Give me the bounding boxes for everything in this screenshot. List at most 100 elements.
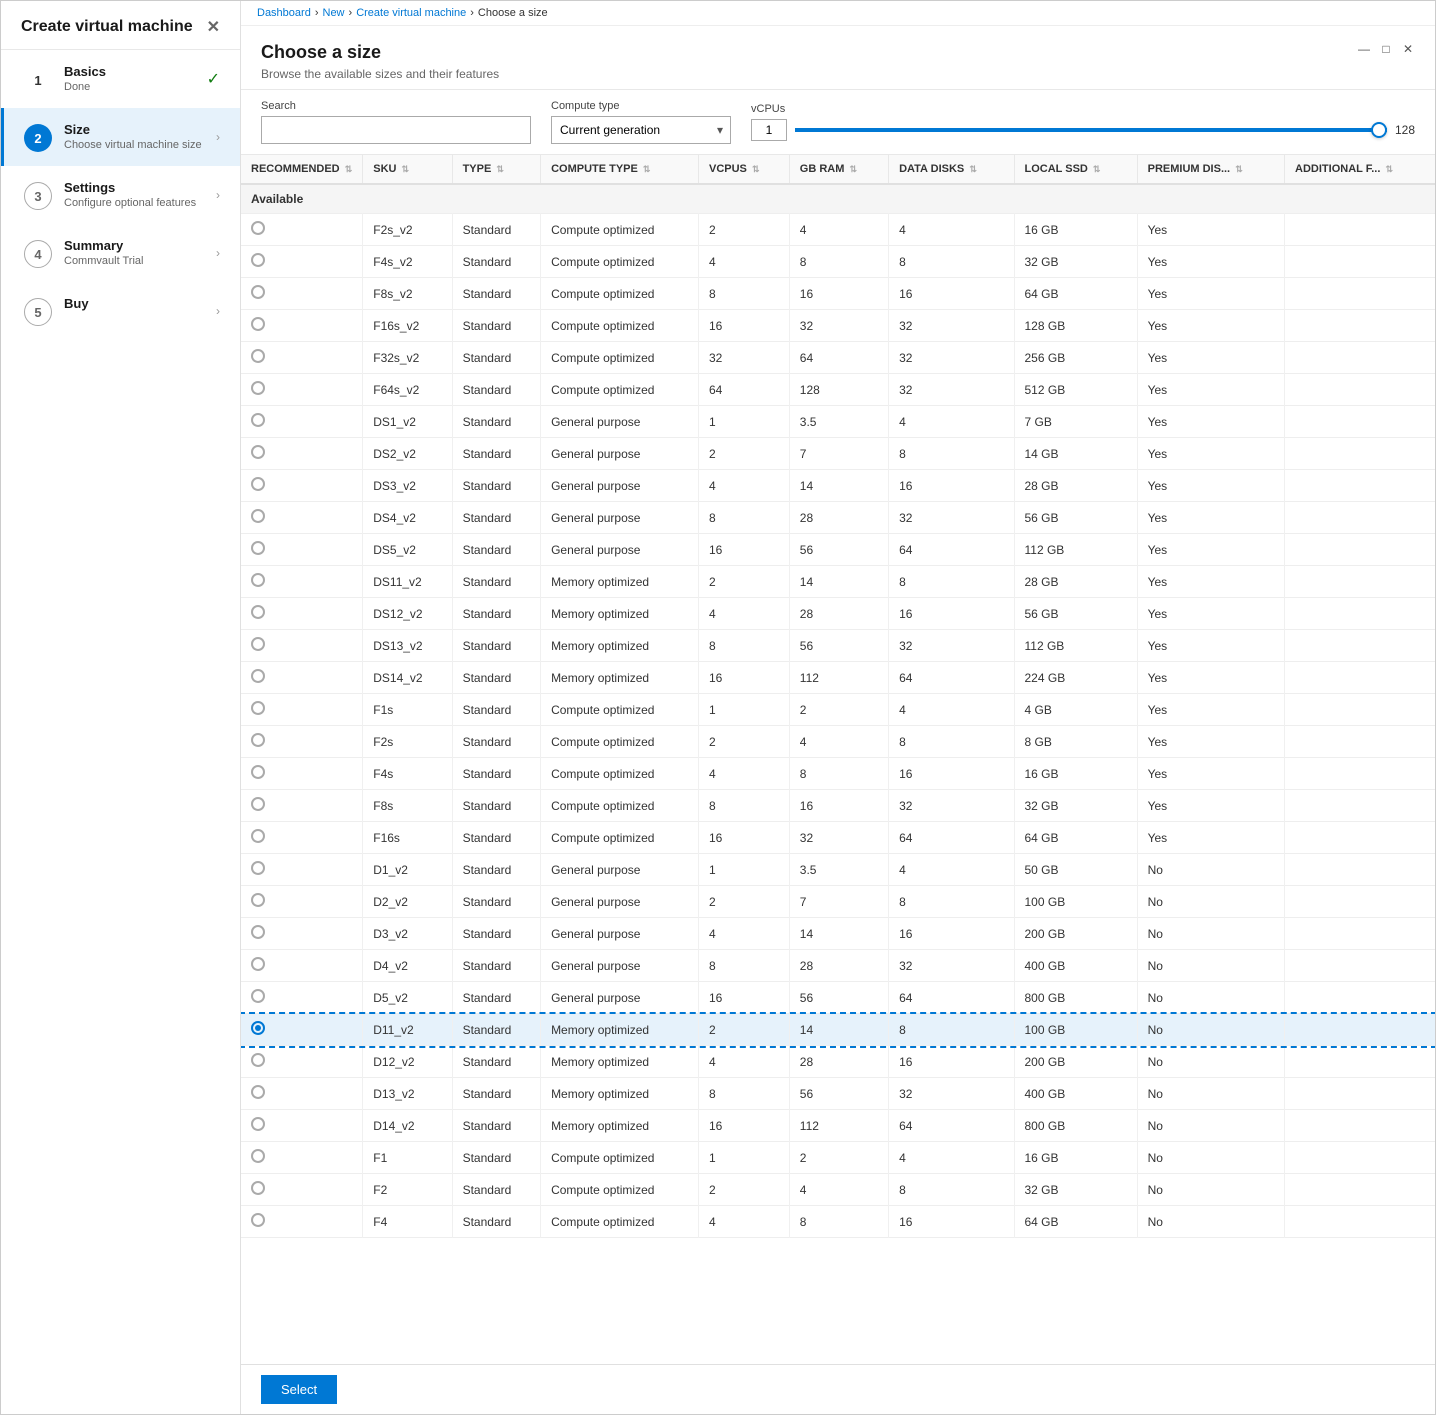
cell-gb_ram: 8 [789, 758, 888, 790]
table-row[interactable]: DS4_v2StandardGeneral purpose8283256 GBY… [241, 502, 1435, 534]
radio-button[interactable] [251, 1021, 265, 1035]
table-row[interactable]: DS11_v2StandardMemory optimized214828 GB… [241, 566, 1435, 598]
breadcrumb-dashboard[interactable]: Dashboard [257, 7, 311, 19]
radio-button[interactable] [251, 317, 265, 331]
table-row[interactable]: F1StandardCompute optimized12416 GBNo [241, 1142, 1435, 1174]
radio-button[interactable] [251, 1213, 265, 1227]
radio-button[interactable] [251, 381, 265, 395]
cell-gb_ram: 8 [789, 246, 888, 278]
radio-button[interactable] [251, 701, 265, 715]
radio-button[interactable] [251, 829, 265, 843]
radio-button[interactable] [251, 349, 265, 363]
radio-button[interactable] [251, 1117, 265, 1131]
table-row[interactable]: F4s_v2StandardCompute optimized48832 GBY… [241, 246, 1435, 278]
table-row[interactable]: D3_v2StandardGeneral purpose41416200 GBN… [241, 918, 1435, 950]
table-row[interactable]: D13_v2StandardMemory optimized85632400 G… [241, 1078, 1435, 1110]
radio-button[interactable] [251, 989, 265, 1003]
vcpu-slider[interactable] [795, 128, 1387, 132]
table-row[interactable]: DS2_v2StandardGeneral purpose27814 GBYes [241, 438, 1435, 470]
sidebar-item-summary[interactable]: 4 Summary Commvault Trial › [1, 224, 240, 282]
table-row[interactable]: DS14_v2StandardMemory optimized161126422… [241, 662, 1435, 694]
search-label: Search [261, 100, 531, 112]
compute-type-select[interactable]: All types Current generation Previous ge… [551, 116, 731, 144]
radio-button[interactable] [251, 925, 265, 939]
radio-button[interactable] [251, 1053, 265, 1067]
table-row[interactable]: D1_v2StandardGeneral purpose13.5450 GBNo [241, 854, 1435, 886]
table-row[interactable]: DS5_v2StandardGeneral purpose165664112 G… [241, 534, 1435, 566]
radio-button[interactable] [251, 573, 265, 587]
radio-button[interactable] [251, 1149, 265, 1163]
sidebar-item-buy[interactable]: 5 Buy › [1, 282, 240, 340]
breadcrumb-new[interactable]: New [323, 7, 345, 19]
table-row[interactable]: D14_v2StandardMemory optimized1611264800… [241, 1110, 1435, 1142]
table-row[interactable]: F64s_v2StandardCompute optimized64128325… [241, 374, 1435, 406]
col-sku[interactable]: SKU ⇅ [363, 155, 452, 184]
window-close-button[interactable]: ✕ [1401, 42, 1415, 56]
radio-button[interactable] [251, 637, 265, 651]
close-icon[interactable]: ✕ [207, 17, 220, 37]
cell-premium_dis: Yes [1137, 438, 1284, 470]
radio-button[interactable] [251, 733, 265, 747]
cell-local_ssd: 16 GB [1014, 1142, 1137, 1174]
table-row[interactable]: F1sStandardCompute optimized1244 GBYes [241, 694, 1435, 726]
minimize-button[interactable]: — [1357, 42, 1371, 56]
table-row[interactable]: D2_v2StandardGeneral purpose278100 GBNo [241, 886, 1435, 918]
table-row[interactable]: D11_v2StandardMemory optimized2148100 GB… [241, 1014, 1435, 1046]
breadcrumb-create-vm[interactable]: Create virtual machine [356, 7, 466, 19]
radio-button[interactable] [251, 669, 265, 683]
table-row[interactable]: F16sStandardCompute optimized16326464 GB… [241, 822, 1435, 854]
col-recommended[interactable]: RECOMMENDED ⇅ [241, 155, 363, 184]
radio-button[interactable] [251, 541, 265, 555]
col-compute-type[interactable]: COMPUTE TYPE ⇅ [541, 155, 699, 184]
cell-additional [1285, 406, 1435, 438]
table-row[interactable]: DS12_v2StandardMemory optimized4281656 G… [241, 598, 1435, 630]
table-row[interactable]: F8sStandardCompute optimized8163232 GBYe… [241, 790, 1435, 822]
radio-button[interactable] [251, 509, 265, 523]
col-premium-dis[interactable]: PREMIUM DIS... ⇅ [1137, 155, 1284, 184]
radio-button[interactable] [251, 477, 265, 491]
radio-button[interactable] [251, 221, 265, 235]
table-row[interactable]: F2sStandardCompute optimized2488 GBYes [241, 726, 1435, 758]
table-row[interactable]: DS13_v2StandardMemory optimized85632112 … [241, 630, 1435, 662]
radio-button[interactable] [251, 957, 265, 971]
radio-button[interactable] [251, 1181, 265, 1195]
radio-button[interactable] [251, 445, 265, 459]
cell-sku: DS12_v2 [363, 598, 452, 630]
radio-button[interactable] [251, 253, 265, 267]
radio-button[interactable] [251, 765, 265, 779]
radio-button[interactable] [251, 413, 265, 427]
table-row[interactable]: D5_v2StandardGeneral purpose165664800 GB… [241, 982, 1435, 1014]
step-number-settings: 3 [24, 182, 52, 210]
col-gb-ram[interactable]: GB RAM ⇅ [789, 155, 888, 184]
radio-button[interactable] [251, 285, 265, 299]
radio-button[interactable] [251, 893, 265, 907]
sidebar-item-basics[interactable]: 1 Basics Done ✓ [1, 50, 240, 108]
search-input[interactable] [261, 116, 531, 144]
table-row[interactable]: DS3_v2StandardGeneral purpose4141628 GBY… [241, 470, 1435, 502]
table-row[interactable]: F4StandardCompute optimized481664 GBNo [241, 1206, 1435, 1238]
col-data-disks[interactable]: DATA DISKS ⇅ [889, 155, 1014, 184]
col-additional[interactable]: ADDITIONAL F... ⇅ [1285, 155, 1435, 184]
maximize-button[interactable]: □ [1379, 42, 1393, 56]
radio-button[interactable] [251, 1085, 265, 1099]
table-row[interactable]: DS1_v2StandardGeneral purpose13.547 GBYe… [241, 406, 1435, 438]
table-row[interactable]: F16s_v2StandardCompute optimized16323212… [241, 310, 1435, 342]
col-vcpus[interactable]: VCPUS ⇅ [698, 155, 789, 184]
table-row[interactable]: F2s_v2StandardCompute optimized24416 GBY… [241, 214, 1435, 246]
table-row[interactable]: F2StandardCompute optimized24832 GBNo [241, 1174, 1435, 1206]
sidebar-item-settings[interactable]: 3 Settings Configure optional features › [1, 166, 240, 224]
radio-button[interactable] [251, 797, 265, 811]
vcpu-min-input[interactable] [751, 119, 787, 141]
radio-button[interactable] [251, 605, 265, 619]
cell-gb_ram: 2 [789, 1142, 888, 1174]
radio-button[interactable] [251, 861, 265, 875]
table-row[interactable]: F4sStandardCompute optimized481616 GBYes [241, 758, 1435, 790]
col-type[interactable]: TYPE ⇅ [452, 155, 540, 184]
sidebar-item-size[interactable]: 2 Size Choose virtual machine size › [1, 108, 240, 166]
table-row[interactable]: F8s_v2StandardCompute optimized8161664 G… [241, 278, 1435, 310]
select-button[interactable]: Select [261, 1375, 337, 1404]
table-row[interactable]: D12_v2StandardMemory optimized42816200 G… [241, 1046, 1435, 1078]
col-local-ssd[interactable]: LOCAL SSD ⇅ [1014, 155, 1137, 184]
table-row[interactable]: F32s_v2StandardCompute optimized32643225… [241, 342, 1435, 374]
table-row[interactable]: D4_v2StandardGeneral purpose82832400 GBN… [241, 950, 1435, 982]
